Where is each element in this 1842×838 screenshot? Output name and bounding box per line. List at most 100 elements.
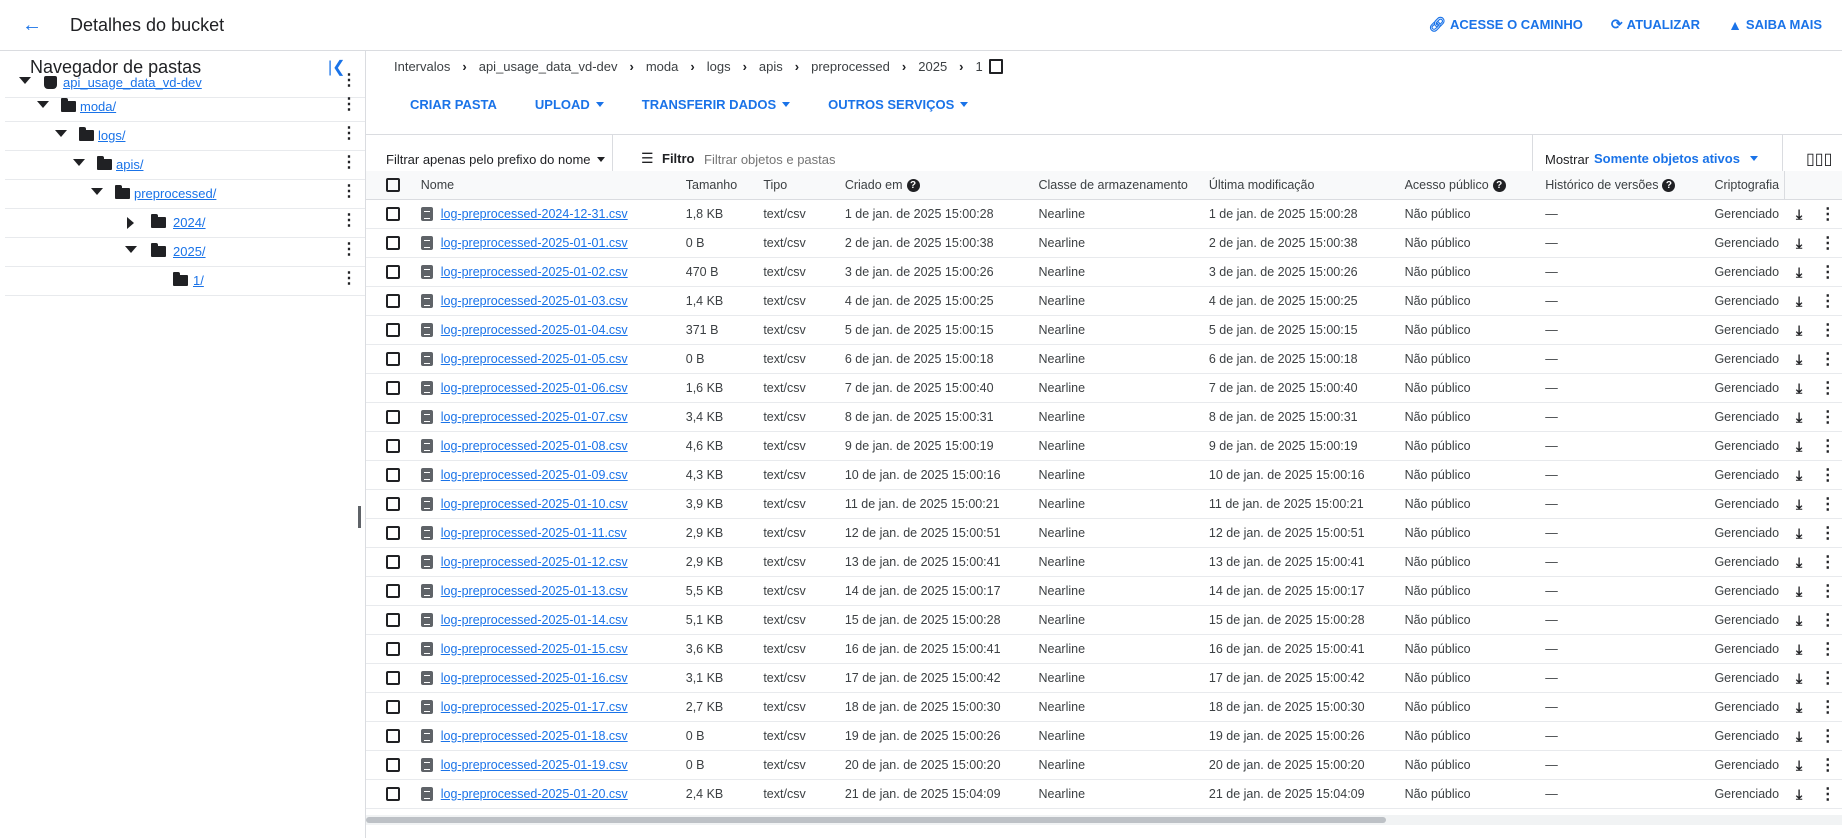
file-link[interactable]: log-preprocessed-2025-01-19.csv [441, 758, 628, 772]
breadcrumb-item[interactable]: api_usage_data_vd-dev [479, 59, 618, 74]
upload-button[interactable]: UPLOAD [535, 97, 604, 112]
more-vert-icon[interactable]: ⋮ [1820, 525, 1836, 542]
col-header-modified[interactable]: Última modificação [1204, 171, 1401, 200]
table-row[interactable]: log-preprocessed-2025-01-02.csv 470 Btext… [366, 257, 1842, 287]
download-icon[interactable]: ⤓ [1796, 699, 1802, 715]
download-icon[interactable]: ⤓ [1796, 525, 1802, 541]
more-vert-icon[interactable]: ⋮ [1820, 786, 1836, 803]
col-header-created[interactable]: Criado em? [832, 171, 1027, 200]
learn-more-button[interactable]: ▲ SAIBA MAIS [1728, 16, 1822, 33]
more-vert-icon[interactable]: ⋮ [341, 184, 357, 200]
download-icon[interactable]: ⤓ [1796, 206, 1802, 222]
tree-item-label[interactable]: preprocessed/ [134, 186, 216, 201]
more-vert-icon[interactable]: ⋮ [1820, 264, 1836, 281]
more-vert-icon[interactable]: ⋮ [1820, 351, 1836, 368]
expand-toggle-icon[interactable] [19, 77, 31, 84]
more-vert-icon[interactable]: ⋮ [1820, 322, 1836, 339]
more-vert-icon[interactable]: ⋮ [1820, 641, 1836, 658]
help-icon[interactable]: ? [1492, 179, 1506, 193]
copy-icon[interactable] [988, 59, 1003, 74]
more-vert-icon[interactable]: ⋮ [1820, 409, 1836, 426]
more-vert-icon[interactable]: ⋮ [1820, 293, 1836, 310]
expand-toggle-icon[interactable] [125, 246, 137, 253]
horizontal-scrollbar[interactable] [366, 815, 1842, 825]
row-checkbox[interactable] [386, 787, 400, 802]
tree-item-label[interactable]: apis/ [116, 157, 143, 172]
col-header-encryption[interactable]: Criptografia [1710, 171, 1786, 200]
download-icon[interactable]: ⤓ [1796, 467, 1802, 483]
file-link[interactable]: log-preprocessed-2025-01-04.csv [441, 323, 628, 337]
row-checkbox[interactable] [386, 555, 400, 570]
column-display-icon[interactable]: ▯▯▯ [1806, 149, 1832, 169]
file-link[interactable]: log-preprocessed-2025-01-18.csv [441, 729, 628, 743]
more-vert-icon[interactable]: ⋮ [1820, 583, 1836, 600]
tree-item-label[interactable]: 2024/ [173, 215, 206, 230]
row-checkbox[interactable] [386, 439, 400, 454]
download-icon[interactable]: ⤓ [1796, 583, 1802, 599]
download-icon[interactable]: ⤓ [1796, 293, 1802, 309]
row-checkbox[interactable] [386, 381, 400, 396]
transfer-data-button[interactable]: TRANSFERIR DADOS [642, 97, 791, 112]
more-vert-icon[interactable]: ⋮ [1820, 554, 1836, 571]
tree-item-label[interactable]: logs/ [98, 128, 125, 143]
table-row[interactable]: log-preprocessed-2025-01-18.csv 0 Btext/c… [366, 721, 1842, 751]
download-icon[interactable]: ⤓ [1796, 380, 1802, 396]
table-row[interactable]: log-preprocessed-2025-01-10.csv 3,9 KB tex… [366, 489, 1842, 519]
tree-item-label[interactable]: 1/ [193, 273, 204, 288]
breadcrumb-item[interactable]: preprocessed [811, 59, 890, 74]
more-vert-icon[interactable]: ⋮ [341, 242, 357, 258]
col-header-version-history[interactable]: Histórico de versões? [1541, 171, 1711, 200]
more-vert-icon[interactable]: ⋮ [1820, 467, 1836, 484]
download-icon[interactable]: ⤓ [1796, 554, 1802, 570]
more-vert-icon[interactable]: ⋮ [1820, 612, 1836, 629]
help-icon[interactable]: ? [906, 179, 920, 193]
filter-input[interactable] [702, 146, 1186, 172]
tree-item-folder[interactable]: 2024/ ⋮ [5, 209, 365, 238]
row-checkbox[interactable] [386, 584, 400, 599]
download-icon[interactable]: ⤓ [1796, 235, 1802, 251]
download-icon[interactable]: ⤓ [1796, 612, 1802, 628]
table-row[interactable]: log-preprocessed-2025-01-01.csv 0 Btext/c… [366, 228, 1842, 258]
more-vert-icon[interactable]: ⋮ [341, 155, 357, 171]
table-row[interactable]: log-preprocessed-2025-01-17.csv 2,7 KB tex… [366, 692, 1842, 722]
more-vert-icon[interactable]: ⋮ [341, 97, 357, 113]
more-vert-icon[interactable]: ⋮ [1820, 757, 1836, 774]
tree-item-folder[interactable]: moda/ ⋮ [5, 93, 365, 122]
prefix-filter-dropdown[interactable]: Filtrar apenas pelo prefixo do nome [386, 152, 605, 167]
file-link[interactable]: log-preprocessed-2025-01-08.csv [441, 439, 628, 453]
file-link[interactable]: log-preprocessed-2025-01-14.csv [441, 613, 628, 627]
help-icon[interactable]: ? [1662, 179, 1676, 193]
row-checkbox[interactable] [386, 613, 400, 628]
table-row[interactable]: log-preprocessed-2025-01-07.csv 3,4 KB tex… [366, 402, 1842, 432]
file-link[interactable]: log-preprocessed-2024-12-31.csv [441, 207, 628, 221]
download-icon[interactable]: ⤓ [1796, 786, 1802, 802]
row-checkbox[interactable] [386, 323, 400, 338]
download-icon[interactable]: ⤓ [1796, 496, 1802, 512]
breadcrumb-item[interactable]: Intervalos [394, 59, 450, 74]
tree-item-folder[interactable]: logs/ ⋮ [5, 122, 365, 151]
file-link[interactable]: log-preprocessed-2025-01-09.csv [441, 468, 628, 482]
col-header-name[interactable]: Nome [406, 171, 670, 200]
row-checkbox[interactable] [386, 265, 400, 280]
more-vert-icon[interactable]: ⋮ [1820, 699, 1836, 716]
download-icon[interactable]: ⤓ [1796, 264, 1802, 280]
more-vert-icon[interactable]: ⋮ [341, 213, 357, 229]
col-header-public-access[interactable]: Acesso público? [1400, 171, 1542, 200]
table-row[interactable]: log-preprocessed-2025-01-12.csv 2,9 KB tex… [366, 547, 1842, 577]
breadcrumb-item[interactable]: moda [646, 59, 679, 74]
row-checkbox[interactable] [386, 294, 400, 309]
row-checkbox[interactable] [386, 410, 400, 425]
other-services-button[interactable]: OUTROS SERVIÇOS [828, 97, 969, 112]
tree-item-folder[interactable]: apis/ ⋮ [5, 151, 365, 180]
table-row[interactable]: log-preprocessed-2024-12-31.csv 1,8 KB tex… [366, 199, 1842, 229]
download-icon[interactable]: ⤓ [1796, 670, 1802, 686]
show-objects-dropdown[interactable]: Somente objetos ativos [1594, 151, 1758, 166]
row-checkbox[interactable] [386, 468, 400, 483]
table-row[interactable]: log-preprocessed-2025-01-13.csv 5,5 KB tex… [366, 576, 1842, 606]
file-link[interactable]: log-preprocessed-2025-01-03.csv [441, 294, 628, 308]
row-checkbox[interactable] [386, 352, 400, 367]
file-link[interactable]: log-preprocessed-2025-01-20.csv [441, 787, 628, 801]
row-checkbox[interactable] [386, 729, 400, 744]
more-vert-icon[interactable]: ⋮ [1820, 728, 1836, 745]
back-arrow-icon[interactable]: ← [22, 14, 46, 36]
